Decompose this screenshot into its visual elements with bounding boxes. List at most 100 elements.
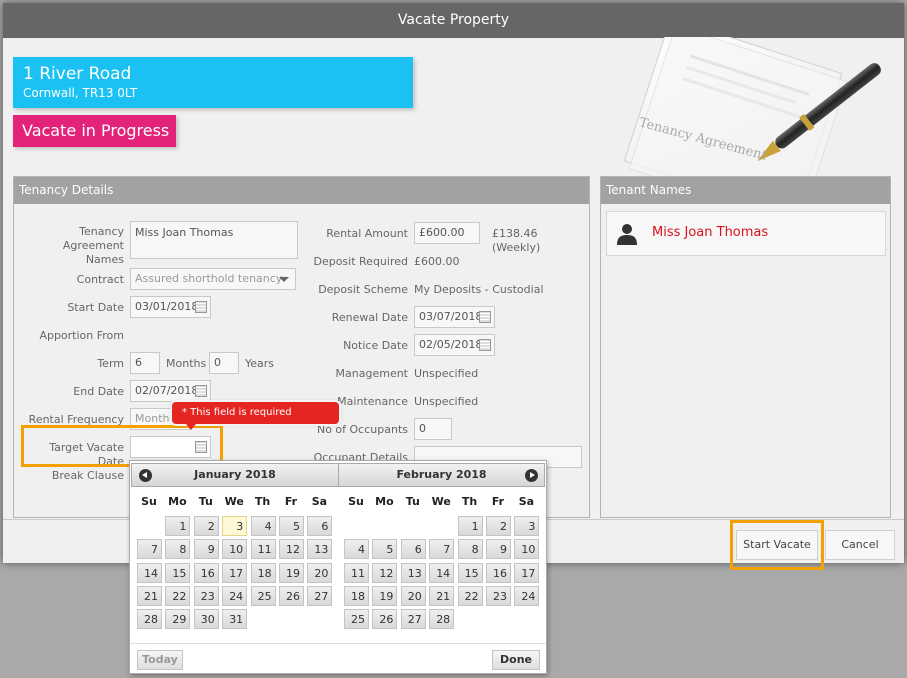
calendar-day[interactable]: 26 <box>279 585 304 606</box>
datepicker: January 2018 February 2018 Su Mo Tu We Th Fr S… <box>129 460 547 674</box>
agreement-names-field[interactable]: Miss Joan Thomas <box>130 221 298 259</box>
calendar-day[interactable]: 25 <box>250 585 276 606</box>
calendar-day[interactable]: 22 <box>457 585 483 606</box>
status-badge: Vacate in Progress <box>13 115 176 147</box>
occupants-field[interactable]: 0 <box>414 418 452 440</box>
calendar-day[interactable]: 2 <box>486 516 511 536</box>
tenancy-agreement-image: Tenancy Agreement <box>599 37 904 177</box>
calendar-day[interactable]: 7 <box>429 539 455 560</box>
calendar-day[interactable]: 18 <box>250 562 276 583</box>
calendar-day[interactable]: 5 <box>372 539 398 560</box>
calendar-icon[interactable] <box>195 385 207 397</box>
term-years-field[interactable]: 0 <box>209 352 239 374</box>
calendar-day[interactable]: 19 <box>279 562 304 583</box>
calendar-day[interactable]: 29 <box>165 609 191 630</box>
calendar-day[interactable]: 6 <box>400 539 426 560</box>
property-address: 1 River Road Cornwall, TR13 0LT <box>13 57 413 108</box>
calendar-day[interactable]: 21 <box>429 585 455 606</box>
calendar-day[interactable]: 16 <box>193 562 219 583</box>
prev-month-icon[interactable] <box>139 469 152 482</box>
calendar-day[interactable]: 20 <box>400 585 426 606</box>
start-date-field[interactable]: 03/01/2018 <box>130 296 211 318</box>
calendar-icon[interactable] <box>195 301 207 313</box>
tenant-name[interactable]: Miss Joan Thomas <box>652 225 768 240</box>
term-label: Term <box>97 357 124 370</box>
calendar-day[interactable]: 28 <box>429 609 455 630</box>
calendar-day[interactable]: 16 <box>486 562 511 583</box>
next-month-icon[interactable] <box>525 469 538 482</box>
calendar-day[interactable]: 1 <box>457 516 483 536</box>
calendar-day[interactable]: 12 <box>279 539 304 560</box>
calendar-day[interactable]: 28 <box>137 609 162 630</box>
calendar-icon[interactable] <box>479 339 491 351</box>
calendar-day[interactable]: 1 <box>165 516 191 536</box>
calendar-day[interactable]: 30 <box>193 609 219 630</box>
calendar-day[interactable]: 17 <box>222 562 248 583</box>
calendar-icon[interactable] <box>479 311 491 323</box>
calendar-day[interactable]: 19 <box>372 585 398 606</box>
calendar-day[interactable]: 11 <box>250 539 276 560</box>
start-date-value: 03/01/2018 <box>135 300 199 313</box>
start-vacate-button[interactable]: Start Vacate <box>736 530 818 560</box>
occupants-label: No of Occupants <box>316 423 408 436</box>
calendar-day[interactable]: 26 <box>372 609 398 630</box>
calendar-day[interactable]: 7 <box>137 539 162 560</box>
notice-date-value: 02/05/2018 <box>419 338 483 351</box>
apportion-from-label: Apportion From <box>39 329 124 342</box>
renewal-date-field[interactable]: 03/07/2018 <box>414 306 495 328</box>
calendar-day[interactable]: 18 <box>344 585 369 606</box>
renewal-date-value: 03/07/2018 <box>419 310 483 323</box>
calendar-day[interactable]: 14 <box>137 562 162 583</box>
calendar-day[interactable]: 2 <box>193 516 219 536</box>
calendar-day[interactable]: 24 <box>514 585 540 606</box>
renewal-date-label: Renewal Date <box>331 311 408 324</box>
calendar-day[interactable]: 5 <box>279 516 304 536</box>
notice-date-field[interactable]: 02/05/2018 <box>414 334 495 356</box>
calendar-day[interactable]: 3 <box>222 516 248 536</box>
calendar-day[interactable]: 4 <box>344 539 369 560</box>
calendar-day[interactable]: 3 <box>514 516 540 536</box>
calendar-day[interactable]: 13 <box>307 539 333 560</box>
calendar-day[interactable]: 9 <box>193 539 219 560</box>
calendar-day[interactable]: 22 <box>165 585 191 606</box>
chevron-down-icon <box>279 277 289 282</box>
calendar-day[interactable]: 20 <box>307 562 333 583</box>
calendar-day[interactable]: 27 <box>400 609 426 630</box>
calendar-day[interactable]: 13 <box>400 562 426 583</box>
calendar-day[interactable]: 27 <box>307 585 333 606</box>
calendar-day[interactable]: 8 <box>165 539 191 560</box>
calendar-day[interactable]: 4 <box>250 516 276 536</box>
rental-amount-field[interactable]: £600.00 <box>414 222 480 244</box>
calendar-day[interactable]: 15 <box>457 562 483 583</box>
calendar-day[interactable]: 23 <box>486 585 511 606</box>
term-months-field[interactable]: 6 <box>130 352 160 374</box>
end-date-field[interactable]: 02/07/2018 <box>130 380 211 402</box>
cancel-button[interactable]: Cancel <box>825 530 895 560</box>
calendar-day[interactable]: 9 <box>486 539 511 560</box>
calendar-day[interactable]: 24 <box>222 585 248 606</box>
person-icon <box>617 224 637 245</box>
calendar-day[interactable]: 15 <box>165 562 191 583</box>
tenant-row[interactable]: Miss Joan Thomas <box>606 211 886 256</box>
calendar-day[interactable]: 14 <box>429 562 455 583</box>
today-button[interactable]: Today <box>137 650 183 670</box>
calendar-day[interactable]: 10 <box>514 539 540 560</box>
calendar-day[interactable]: 31 <box>222 609 248 630</box>
end-date-label: End Date <box>73 385 124 398</box>
calendar-day[interactable]: 11 <box>344 562 369 583</box>
contract-select[interactable]: Assured shorthold tenancy <box>130 268 296 290</box>
deposit-scheme-label: Deposit Scheme <box>318 283 408 296</box>
calendar-day[interactable]: 8 <box>457 539 483 560</box>
calendar-day[interactable]: 21 <box>137 585 162 606</box>
done-button[interactable]: Done <box>492 650 540 670</box>
weekday-header: Su <box>348 495 364 508</box>
calendar-day[interactable]: 6 <box>307 516 333 536</box>
management-value: Unspecified <box>414 367 479 380</box>
calendar-day[interactable]: 25 <box>344 609 369 630</box>
calendar-day[interactable]: 12 <box>372 562 398 583</box>
weekday-header: Th <box>254 495 271 508</box>
calendar-day[interactable]: 23 <box>193 585 219 606</box>
calendar-day[interactable]: 10 <box>222 539 248 560</box>
weekday-header: Tu <box>405 495 420 508</box>
calendar-day[interactable]: 17 <box>514 562 540 583</box>
